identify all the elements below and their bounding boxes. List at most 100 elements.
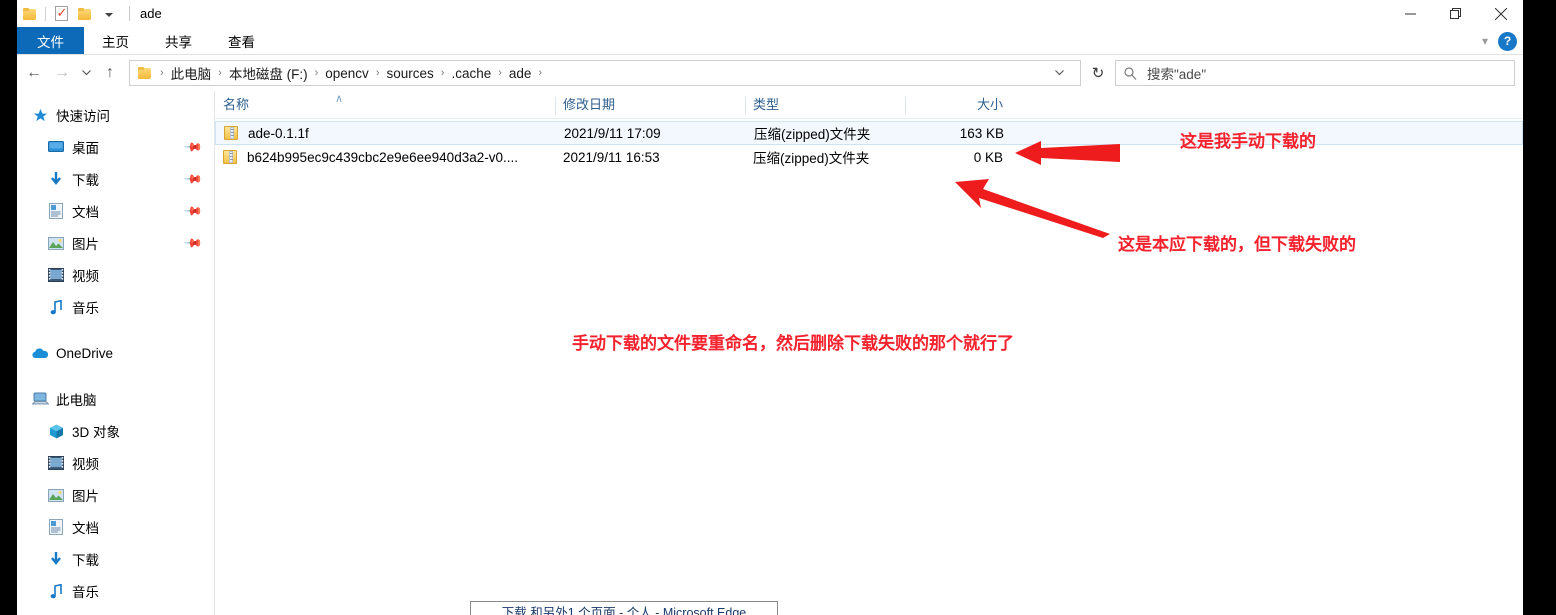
column-headers: 名称 ∧ 修改日期 类型 大小 (215, 91, 1523, 119)
sidebar-item-onedrive[interactable]: OneDrive (17, 337, 215, 369)
sidebar-item-documents[interactable]: 文档 📌 (17, 195, 215, 227)
breadcrumb-item-3[interactable]: sources (383, 66, 436, 81)
sidebar-item-desktop-pc[interactable]: 桌面 (17, 607, 215, 615)
help-button[interactable]: ? (1498, 31, 1517, 51)
sidebar-label: 文档 (72, 205, 99, 220)
sidebar-item-music-pc[interactable]: 音乐 (17, 575, 215, 607)
screen: ade 文件 主页 共享 查看 ▾ ? (0, 0, 1556, 615)
anno-manual-download: 这是我手动下载的 (1180, 132, 1316, 152)
anno-failed-download: 这是本应下载的，但下载失败的 (1118, 235, 1356, 255)
pin-icon[interactable]: 📌 (183, 169, 203, 189)
taskbar-tooltip[interactable]: 下载 和另外1 个页面 - 个人 - Microsoft Edge (470, 601, 778, 615)
up-button[interactable]: ↑ (97, 60, 123, 86)
pin-icon[interactable]: 📌 (183, 233, 203, 253)
breadcrumb-separator: › (375, 67, 380, 79)
breadcrumb-separator: › (218, 67, 222, 79)
sidebar-item-quick-access[interactable]: 快速访问 (17, 99, 215, 131)
file-size: 0 KB (973, 149, 1003, 165)
download-icon (47, 550, 65, 568)
sidebar-label: 音乐 (72, 301, 99, 316)
pictures-icon (47, 486, 65, 504)
sidebar-label: 图片 (72, 489, 99, 504)
download-icon (47, 170, 65, 188)
sidebar-item-downloads[interactable]: 下载 📌 (17, 163, 215, 195)
back-button[interactable]: ← (21, 60, 47, 86)
ribbon-right-controls: ▾ ? (1482, 27, 1517, 55)
file-size: 163 KB (959, 125, 1004, 141)
breadcrumb-item-4[interactable]: .cache (448, 66, 494, 81)
restore-button[interactable] (1433, 0, 1478, 27)
sort-ascending-icon: ∧ (335, 93, 344, 105)
tab-view[interactable]: 查看 (210, 27, 273, 54)
file-type: 压缩(zipped)文件夹 (753, 151, 870, 166)
tab-file[interactable]: 文件 (17, 27, 84, 54)
properties-checkbox-icon[interactable] (49, 3, 73, 25)
breadcrumb-item-2[interactable]: opencv (322, 66, 372, 81)
sidebar-item-pictures[interactable]: 图片 📌 (17, 227, 215, 259)
breadcrumb[interactable]: › 此电脑 › 本地磁盘 (F:) › opencv › sources › .… (129, 60, 1081, 86)
breadcrumb-folder-icon (138, 67, 152, 79)
star-icon (31, 106, 49, 124)
file-type: 压缩(zipped)文件夹 (754, 127, 871, 142)
column-label: 类型 (753, 97, 780, 112)
sidebar-label: 图片 (72, 237, 99, 252)
breadcrumb-separator: › (498, 67, 502, 79)
search-icon (1124, 66, 1137, 80)
sidebar-item-desktop[interactable]: 桌面 📌 (17, 131, 215, 163)
sidebar-item-videos-pc[interactable]: 视频 (17, 447, 215, 479)
table-row[interactable]: b624b995ec9c439cbc2e9e6ee940d3a2-v0.... … (215, 145, 1523, 169)
sidebar-item-music[interactable]: 音乐 (17, 291, 215, 323)
close-button[interactable] (1478, 0, 1523, 27)
sidebar-item-this-pc[interactable]: 此电脑 (17, 383, 215, 415)
sidebar-label: 此电脑 (56, 393, 97, 408)
file-date: 2021/9/11 16:53 (563, 149, 660, 165)
pin-icon[interactable]: 📌 (183, 137, 203, 157)
navigation-pane: 快速访问 桌面 📌 下载 📌 文档 📌 图片 📌 视频 音乐 OneDrive … (17, 91, 215, 615)
breadcrumb-separator: › (538, 67, 543, 79)
new-folder-icon[interactable] (73, 3, 97, 25)
breadcrumb-item-0[interactable]: 此电脑 (168, 63, 215, 83)
minimize-button[interactable] (1388, 0, 1433, 27)
tab-home[interactable]: 主页 (84, 27, 147, 54)
tab-share[interactable]: 共享 (147, 27, 210, 54)
address-bar: ← → ↑ › 此电脑 › 本地磁盘 (F:) › opencv › sourc… (17, 55, 1523, 91)
chevron-down-icon[interactable]: ▾ (1482, 34, 1488, 48)
title-bar: ade (17, 0, 1523, 27)
column-header-date-modified[interactable]: 修改日期 (555, 91, 745, 118)
file-date: 2021/9/11 17:09 (564, 125, 661, 141)
sidebar-item-pictures-pc[interactable]: 图片 (17, 479, 215, 511)
pin-icon[interactable]: 📌 (183, 201, 203, 221)
sidebar-item-videos[interactable]: 视频 (17, 259, 215, 291)
breadcrumb-separator: › (314, 67, 319, 79)
forward-button[interactable]: → (49, 60, 75, 86)
search-input[interactable]: 搜索"ade" (1115, 60, 1515, 86)
column-header-size[interactable]: 大小 (905, 91, 1013, 118)
sidebar-item-downloads-pc[interactable]: 下载 (17, 543, 215, 575)
music-icon (47, 298, 65, 316)
table-row[interactable]: ade-0.1.1f 2021/9/11 17:09 压缩(zipped)文件夹… (215, 121, 1523, 145)
file-rows: ade-0.1.1f 2021/9/11 17:09 压缩(zipped)文件夹… (215, 119, 1523, 169)
sidebar-item-documents-pc[interactable]: 文档 (17, 511, 215, 543)
file-name: ade-0.1.1f (248, 125, 309, 141)
recent-locations-icon[interactable] (77, 60, 95, 86)
sidebar-item-3d-objects[interactable]: 3D 对象 (17, 415, 215, 447)
search-placeholder: 搜索"ade" (1147, 67, 1207, 82)
breadcrumb-dropdown-icon[interactable] (1044, 60, 1074, 86)
ribbon-tab-bar: 文件 主页 共享 查看 ▾ ? (17, 27, 1523, 55)
column-header-name[interactable]: 名称 ∧ (215, 91, 555, 118)
sidebar-label: OneDrive (56, 345, 114, 361)
breadcrumb-item-1[interactable]: 本地磁盘 (F:) (226, 63, 311, 83)
refresh-icon[interactable]: ↻ (1083, 60, 1113, 86)
videos-icon (47, 266, 65, 284)
folder-icon[interactable] (18, 3, 42, 25)
zip-folder-icon (223, 149, 238, 165)
column-label: 修改日期 (563, 97, 616, 112)
cloud-icon (31, 344, 49, 362)
customize-dropdown-icon[interactable] (97, 3, 121, 25)
breadcrumb-item-5[interactable]: ade (506, 66, 535, 81)
qat-divider (45, 6, 46, 21)
column-header-type[interactable]: 类型 (745, 91, 905, 118)
sidebar-label: 视频 (72, 457, 99, 472)
